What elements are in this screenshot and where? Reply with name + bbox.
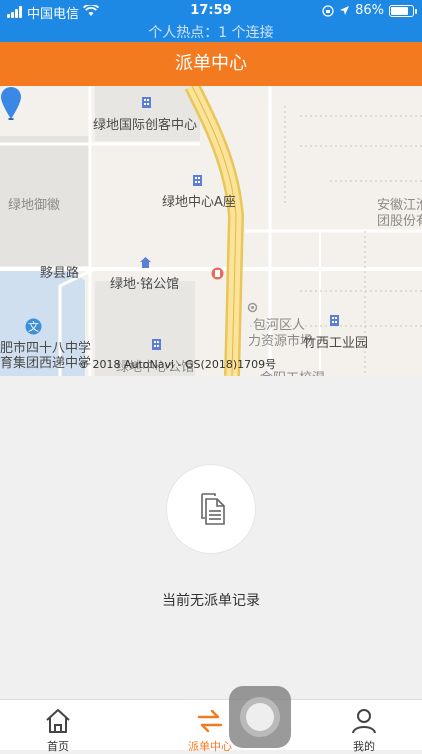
location-dot-icon (247, 302, 258, 313)
map-label: 绿地御徽 (8, 198, 61, 213)
svg-text:文: 文 (28, 320, 39, 334)
bottom-tab-bar: 首页 派单中心 我的 (0, 699, 422, 753)
empty-state-circle (166, 464, 256, 554)
map-label: 绿地国际创客中心 (93, 118, 198, 133)
map-label: 绿地·铭公馆 (110, 277, 180, 292)
map-label: 竹西工业园 (303, 336, 369, 351)
gas-station-icon (211, 267, 224, 280)
tab-home[interactable]: 首页 (0, 700, 116, 753)
home-icon (46, 709, 70, 733)
school-poi-icon: 文 (25, 318, 42, 335)
hotspot-banner[interactable]: 个人热点：1 个连接 (0, 22, 422, 42)
building-poi-icon (330, 315, 339, 326)
battery-percent: 86% (355, 3, 384, 18)
document-icon (201, 493, 225, 525)
tab-label: 我的 (353, 740, 375, 753)
assistive-touch-button[interactable] (229, 686, 291, 748)
map-label: 黟县路 (40, 266, 80, 281)
house-poi-icon (140, 257, 151, 268)
map-label: 团股份有 (377, 214, 422, 229)
building-poi-icon (152, 339, 161, 350)
tab-me[interactable]: 我的 (306, 700, 422, 753)
orientation-lock-icon (322, 4, 334, 17)
map-label: 绿地中心A座 (162, 195, 236, 210)
battery-icon (389, 4, 417, 17)
page-title: 派单中心 (0, 42, 422, 86)
status-bar: 中国电信 17:59 86% 个人热点：1 个连接 (0, 0, 422, 42)
person-icon (352, 709, 376, 734)
tab-label: 首页 (47, 740, 69, 753)
empty-state-text: 当前无派单记录 (162, 593, 260, 609)
building-poi-icon (142, 97, 151, 108)
map-view[interactable]: 文 绿地国际创客中心 绿地御徽 绿地中心A座 安徽江淮 团股份有 黟县路 绿地·… (0, 86, 422, 376)
map-copyright: © 2018 AutoNavi - GS(2018)1709号 (78, 358, 277, 371)
swap-arrows-icon (197, 709, 223, 733)
empty-state: 当前无派单记录 (0, 376, 422, 699)
location-arrow-icon (340, 6, 350, 15)
building-poi-icon (193, 175, 202, 186)
location-pin-icon[interactable] (0, 86, 22, 120)
